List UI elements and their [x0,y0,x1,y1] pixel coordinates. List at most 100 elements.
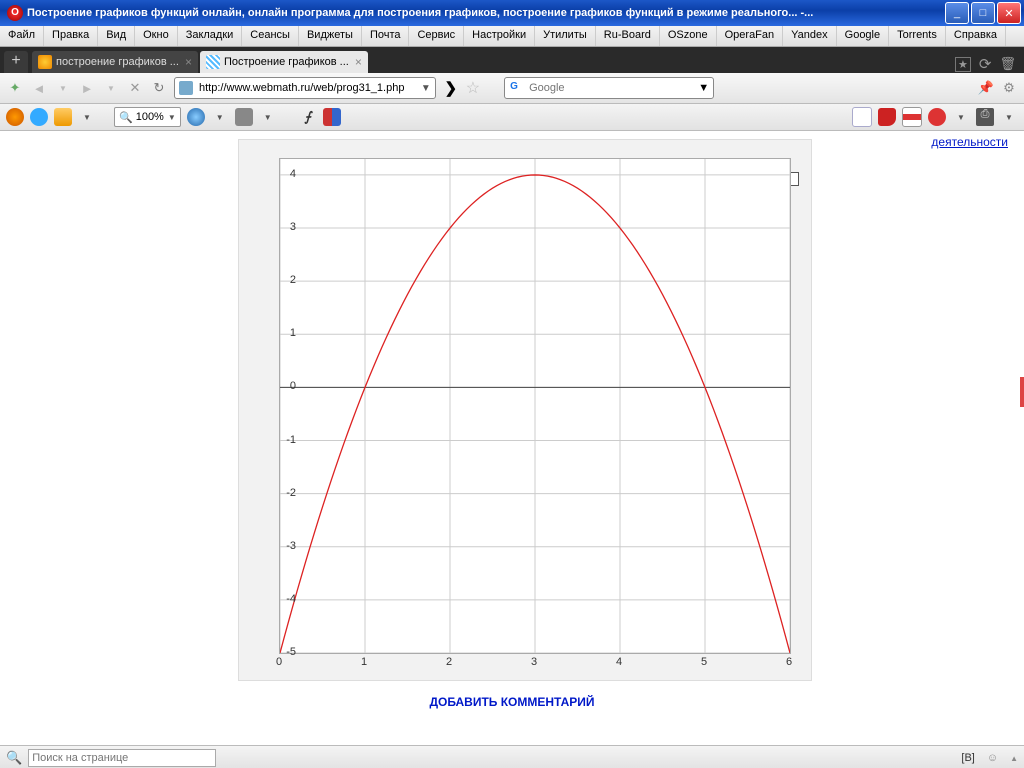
x-tick: 3 [531,656,537,668]
pin-icon[interactable]: 📌 [978,80,994,96]
y-tick: -5 [286,646,296,658]
expand-icon[interactable]: ▲ [1010,754,1018,763]
menu-operafan[interactable]: OperaFan [717,26,784,46]
y-tick: 3 [290,221,296,233]
menu-файл[interactable]: Файл [0,26,44,46]
page-content: деятельности -5-4-3-2-101234 0123456 ДОБ… [0,131,1024,745]
forward-dropdown[interactable]: ▼ [102,79,120,97]
menu-сервис[interactable]: Сервис [409,26,464,46]
x-tick: 0 [276,656,282,668]
url-input[interactable] [197,81,421,95]
find-in-page-bar: 🔍 [В] ☺ ▲ [0,745,1024,768]
sync-icon[interactable]: ⟳ [979,55,992,73]
smiley-icon[interactable]: ☺ [987,752,998,764]
x-tick: 2 [446,656,452,668]
side-link[interactable]: деятельности [931,135,1008,149]
close-button[interactable]: ✕ [997,2,1021,24]
minimize-button[interactable]: _ [945,2,969,24]
toolbar-dropdown[interactable]: ▼ [259,108,277,126]
flag-icon[interactable] [323,108,341,126]
search-dropdown-icon[interactable]: ▼ [698,82,709,94]
stop-button[interactable]: ✕ [126,79,144,97]
tab-bar: + построение графиков ... × Построение г… [0,47,1024,73]
note-icon[interactable] [852,107,872,127]
menu-google[interactable]: Google [837,26,889,46]
app-icon: O [7,5,23,21]
opera-icon[interactable] [928,108,946,126]
x-tick: 4 [616,656,622,668]
tab-favicon [38,55,52,69]
find-input[interactable] [28,749,216,767]
menu-настройки[interactable]: Настройки [464,26,535,46]
globe-icon[interactable] [30,108,48,126]
printer-icon[interactable]: ⎙ [976,108,994,126]
back-button[interactable]: ◄ [30,79,48,97]
favorite-star-icon[interactable]: ☆ [466,78,480,98]
tab-close-icon[interactable]: × [185,55,192,69]
y-tick: 0 [290,380,296,392]
chart-container: -5-4-3-2-101234 0123456 [238,139,812,681]
menu-окно[interactable]: Окно [135,26,178,46]
bookmark-star-icon[interactable]: ★ [955,57,971,72]
menu-torrents[interactable]: Torrents [889,26,946,46]
y-tick: -3 [286,540,296,552]
flag2-icon[interactable] [902,107,922,127]
maximize-button[interactable]: □ [971,2,995,24]
toolbar-dropdown[interactable]: ▼ [1000,108,1018,126]
window-title: Построение графиков функций онлайн, онла… [27,7,943,19]
lightning-icon[interactable]: ⨍ [299,108,317,126]
indicator-badge[interactable]: [В] [961,752,974,764]
firefox-icon[interactable] [6,108,24,126]
menu-ru-board[interactable]: Ru-Board [596,26,660,46]
url-field[interactable]: ▼ [174,77,436,99]
x-tick: 5 [701,656,707,668]
folder-icon[interactable] [54,108,72,126]
x-tick: 6 [786,656,792,668]
go-button[interactable]: ❯ [442,79,460,97]
menu-утилиты[interactable]: Утилиты [535,26,596,46]
new-tab-button[interactable]: + [4,51,28,73]
toolbar-dropdown[interactable]: ▼ [211,108,229,126]
zoom-control[interactable]: 🔍 100% ▼ [114,107,181,127]
menu-yandex[interactable]: Yandex [783,26,837,46]
tab-inactive[interactable]: построение графиков ... × [32,51,198,73]
tab-label: построение графиков ... [56,56,179,68]
tab-active[interactable]: Построение графиков ... × [200,51,368,73]
y-tick: -1 [286,434,296,446]
tab-close-icon[interactable]: × [355,55,362,69]
google-icon [509,81,523,95]
search-input[interactable] [527,81,698,95]
menu-закладки[interactable]: Закладки [178,26,243,46]
menu-виджеты[interactable]: Виджеты [299,26,362,46]
forward-button[interactable]: ► [78,79,96,97]
add-comment-link[interactable]: ДОБАВИТЬ КОММЕНТАРИЙ [0,695,1024,709]
site-icon [179,81,193,95]
menu-вид[interactable]: Вид [98,26,135,46]
menu-справка[interactable]: Справка [946,26,1006,46]
search-field[interactable]: ▼ [504,77,714,99]
grid-icon[interactable] [235,108,253,126]
search-icon: 🔍 [6,750,22,766]
plot-area [279,158,791,654]
url-dropdown-icon[interactable]: ▼ [421,83,431,94]
menu-сеансы[interactable]: Сеансы [242,26,299,46]
opera-download-icon[interactable] [878,108,896,126]
wand-icon[interactable]: ✦ [6,79,24,97]
address-toolbar: ✦ ◄ ▼ ► ▼ ✕ ↻ ▼ ❯ ☆ ▼ 📌 ⚙ [0,73,1024,104]
zoom-dropdown-icon[interactable]: ▼ [168,113,176,122]
menu-oszone[interactable]: OSzone [660,26,717,46]
back-dropdown[interactable]: ▼ [54,79,72,97]
settings-gear-icon[interactable]: ⚙ [1000,79,1018,97]
trash-icon[interactable]: 🗑 [999,56,1016,72]
reload-button[interactable]: ↻ [150,79,168,97]
menu-почта[interactable]: Почта [362,26,410,46]
toolbar-dropdown[interactable]: ▼ [78,108,96,126]
y-tick: -4 [286,593,296,605]
scroll-marker [1020,377,1024,407]
menu-правка[interactable]: Правка [44,26,98,46]
menu-bar: ФайлПравкаВидОкноЗакладкиСеансыВиджетыПо… [0,26,1024,47]
world-icon[interactable] [187,108,205,126]
toolbar-dropdown[interactable]: ▼ [952,108,970,126]
magnifier-icon: 🔍 [119,111,133,124]
y-tick: 2 [290,274,296,286]
